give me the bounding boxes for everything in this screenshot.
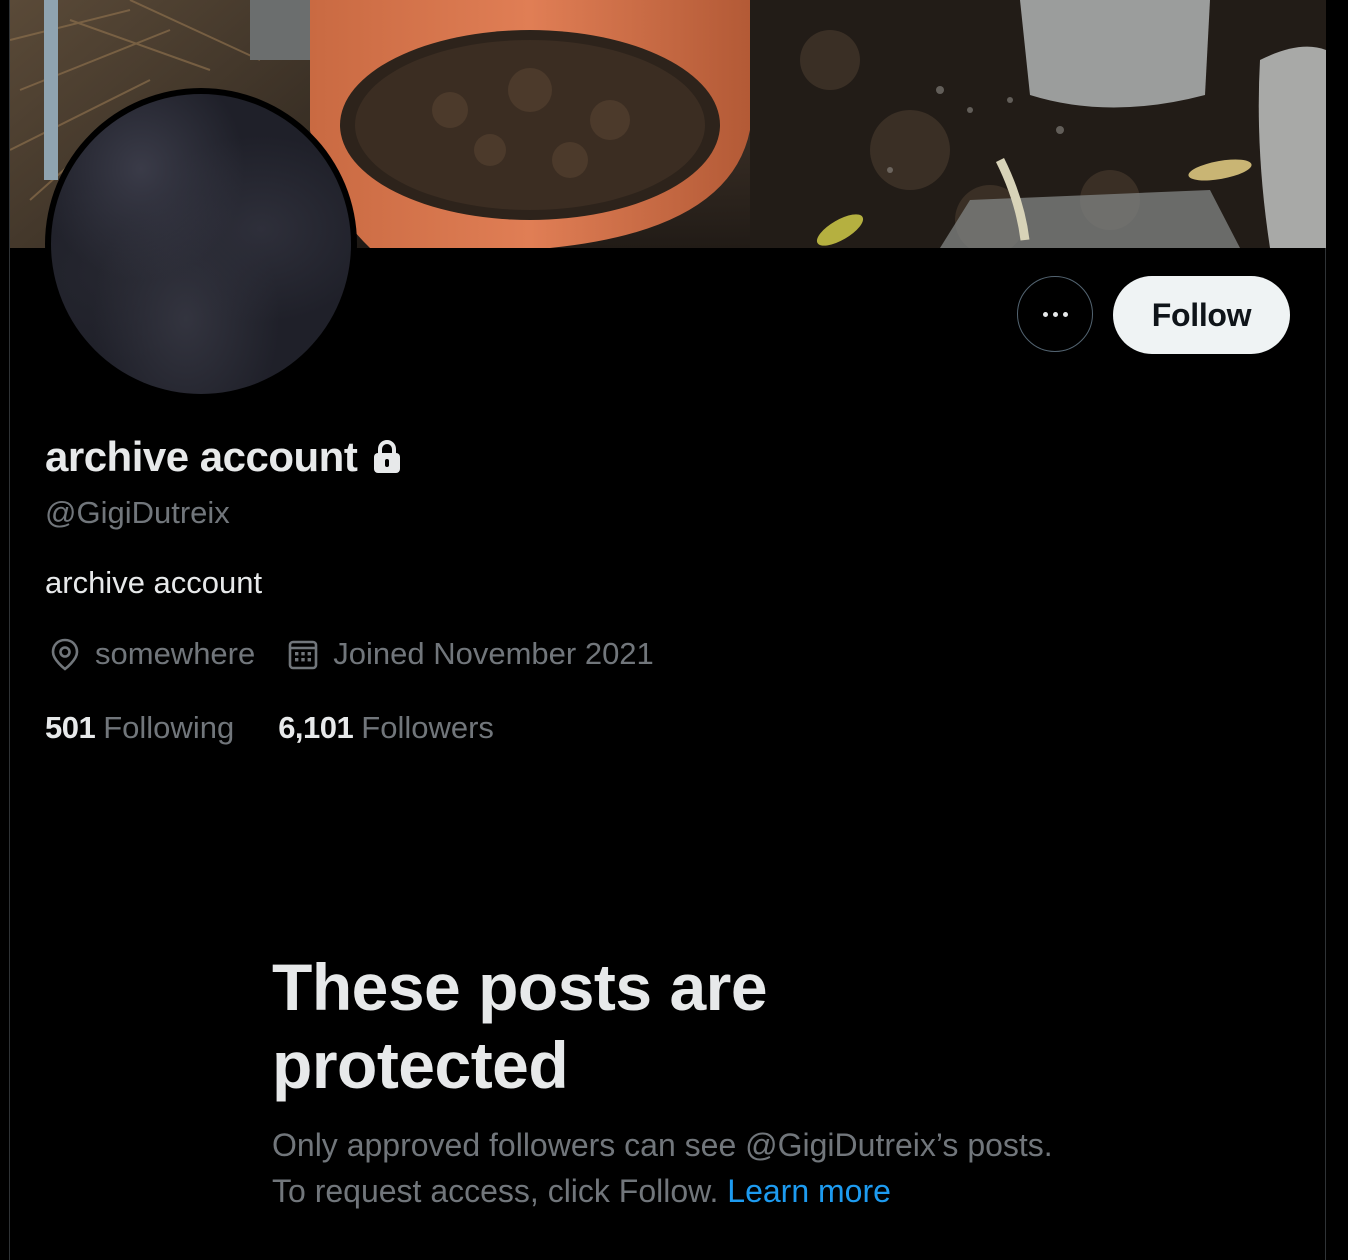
display-name: archive account	[45, 433, 358, 480]
protected-description: Only approved followers can see @GigiDut…	[272, 1122, 1062, 1214]
location-pin-icon	[51, 638, 79, 671]
profile-meta: somewhere Joined November 2021	[47, 636, 654, 672]
lock-icon	[374, 440, 401, 473]
display-name-row: archive account	[45, 433, 403, 481]
followers-count: 6,101	[278, 710, 354, 745]
location-item: somewhere	[47, 636, 255, 672]
profile-page: Follow archive account @GigiDutreix arch…	[0, 0, 1348, 1260]
profile-avatar[interactable]	[45, 88, 357, 400]
following-link[interactable]: 501 Following	[45, 710, 234, 746]
profile-stats: 501 Following 6,101 Followers	[45, 710, 494, 746]
protected-body: Only approved followers can see @GigiDut…	[272, 1127, 1053, 1209]
profile-bio: archive account	[45, 565, 263, 600]
location-text: somewhere	[95, 636, 256, 671]
followers-label: Followers	[361, 710, 494, 745]
following-count: 501	[45, 710, 96, 745]
profile-handle: @GigiDutreix	[45, 495, 230, 530]
learn-more-link[interactable]: Learn more	[727, 1173, 891, 1209]
avatar-image	[51, 94, 351, 394]
followers-link[interactable]: 6,101 Followers	[278, 710, 494, 746]
following-label: Following	[103, 710, 235, 745]
protected-title: These posts are protected	[272, 950, 768, 1102]
calendar-icon	[288, 640, 318, 670]
profile-column: Follow archive account @GigiDutreix arch…	[9, 0, 1326, 1260]
more-options-button[interactable]	[1017, 276, 1093, 352]
follow-button[interactable]: Follow	[1113, 276, 1290, 354]
more-horizontal-icon	[1042, 311, 1068, 317]
joined-item: Joined November 2021	[285, 636, 654, 672]
joined-text: Joined November 2021	[333, 636, 654, 671]
